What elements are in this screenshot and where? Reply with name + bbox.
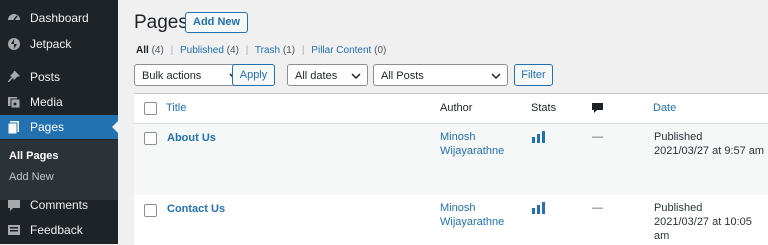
posts-value: All Posts xyxy=(381,70,424,82)
row-checkbox[interactable] xyxy=(144,132,157,145)
jetpack-icon xyxy=(7,37,21,51)
sidebar-item-label: Dashboard xyxy=(30,11,89,25)
pages-table: Title Author Stats Date About Us Minosh … xyxy=(134,93,768,245)
filter-published-count: (4) xyxy=(226,45,239,56)
sidebar-item-label: Pages xyxy=(30,120,65,134)
apply-button[interactable]: Apply xyxy=(232,64,275,86)
filter-all-count: (4) xyxy=(151,45,164,56)
dates-select[interactable]: All dates xyxy=(287,64,368,86)
sidebar-item-comments[interactable]: Comments xyxy=(0,193,118,217)
author-last-name: Wijayarathne xyxy=(440,145,505,157)
pages-icon xyxy=(7,120,21,134)
page-title-link[interactable]: Contact Us xyxy=(167,202,225,216)
filter-trash[interactable]: Trash xyxy=(255,45,280,56)
sidebar-item-posts[interactable]: Posts xyxy=(0,65,118,89)
author-link[interactable]: Minosh Wijayarathne xyxy=(440,201,504,229)
admin-sidebar: Dashboard Jetpack Posts Media Pages All … xyxy=(0,0,118,244)
date-cell: Published 2021/03/27 at 10:05 am xyxy=(654,201,768,243)
sidebar-item-label: Posts xyxy=(30,70,61,84)
column-date[interactable]: Date xyxy=(653,94,676,122)
chevron-down-icon xyxy=(491,65,501,95)
column-author: Author xyxy=(440,102,473,114)
page-title: Pages xyxy=(134,12,188,33)
sidebar-item-pages[interactable]: Pages xyxy=(0,115,118,139)
bulk-actions-select[interactable]: Bulk actions xyxy=(134,64,246,86)
filter-all[interactable]: All xyxy=(136,45,149,56)
page-title-link[interactable]: About Us xyxy=(167,131,216,145)
chevron-down-icon xyxy=(351,65,361,95)
filter-published[interactable]: Published xyxy=(180,45,224,56)
publish-status: Published xyxy=(654,202,703,214)
column-title[interactable]: Title xyxy=(166,94,186,122)
feedback-icon xyxy=(7,223,21,237)
author-first-name: Minosh xyxy=(440,202,476,214)
author-link[interactable]: Minosh Wijayarathne xyxy=(440,130,504,158)
bulk-actions-value: Bulk actions xyxy=(142,70,202,82)
table-row: Contact Us Minosh Wijayarathne — Publish… xyxy=(134,195,768,245)
filter-separator: | xyxy=(245,45,249,56)
author-last-name: Wijayarathne xyxy=(440,216,505,228)
select-all-checkbox[interactable] xyxy=(144,102,157,115)
sidebar-item-label: Jetpack xyxy=(30,37,72,51)
filter-separator: | xyxy=(301,45,305,56)
filter-pillar-content[interactable]: Pillar Content xyxy=(311,45,371,56)
pin-icon xyxy=(7,70,21,84)
posts-select[interactable]: All Posts xyxy=(373,64,508,86)
filter-trash-count: (1) xyxy=(282,45,296,56)
column-stats: Stats xyxy=(531,102,557,114)
main-content: Pages Add New All (4) | Published (4) | … xyxy=(118,0,768,245)
sidebar-item-feedback[interactable]: Feedback xyxy=(0,218,118,242)
date-cell: Published 2021/03/27 at 9:57 am xyxy=(654,130,764,158)
comments-icon xyxy=(7,198,21,212)
add-new-button[interactable]: Add New xyxy=(185,12,249,33)
comments-count: — xyxy=(592,131,603,143)
publish-date: 2021/03/27 at 9:57 am xyxy=(654,145,765,157)
publish-status: Published xyxy=(654,131,703,143)
sidebar-item-jetpack[interactable]: Jetpack xyxy=(0,32,118,56)
filter-pillar-count: (0) xyxy=(374,45,387,56)
dates-value: All dates xyxy=(295,70,338,82)
sidebar-item-dashboard[interactable]: Dashboard xyxy=(0,6,118,30)
media-icon xyxy=(7,95,21,109)
table-row: About Us Minosh Wijayarathne — Published… xyxy=(134,123,768,195)
submenu-all-pages[interactable]: All Pages xyxy=(9,150,59,162)
filter-separator: | xyxy=(170,45,174,56)
publish-date: 2021/03/27 at 10:05 am xyxy=(654,216,752,242)
sidebar-item-label: Comments xyxy=(30,198,89,212)
stats-icon[interactable] xyxy=(532,202,545,218)
pages-submenu: All Pages Add New xyxy=(0,140,118,200)
stats-icon[interactable] xyxy=(532,131,545,147)
row-checkbox[interactable] xyxy=(144,204,157,217)
comment-bubble-icon[interactable] xyxy=(592,102,603,114)
status-filters: All (4) | Published (4) | Trash (1) | Pi… xyxy=(136,45,386,56)
submenu-add-new[interactable]: Add New xyxy=(9,171,54,183)
filter-button[interactable]: Filter xyxy=(514,64,553,86)
dashboard-icon xyxy=(7,11,21,25)
sidebar-item-media[interactable]: Media xyxy=(0,90,118,114)
author-first-name: Minosh xyxy=(440,131,476,143)
sidebar-item-label: Media xyxy=(30,95,63,109)
sidebar-item-label: Feedback xyxy=(30,223,83,237)
comments-count: — xyxy=(592,202,603,214)
